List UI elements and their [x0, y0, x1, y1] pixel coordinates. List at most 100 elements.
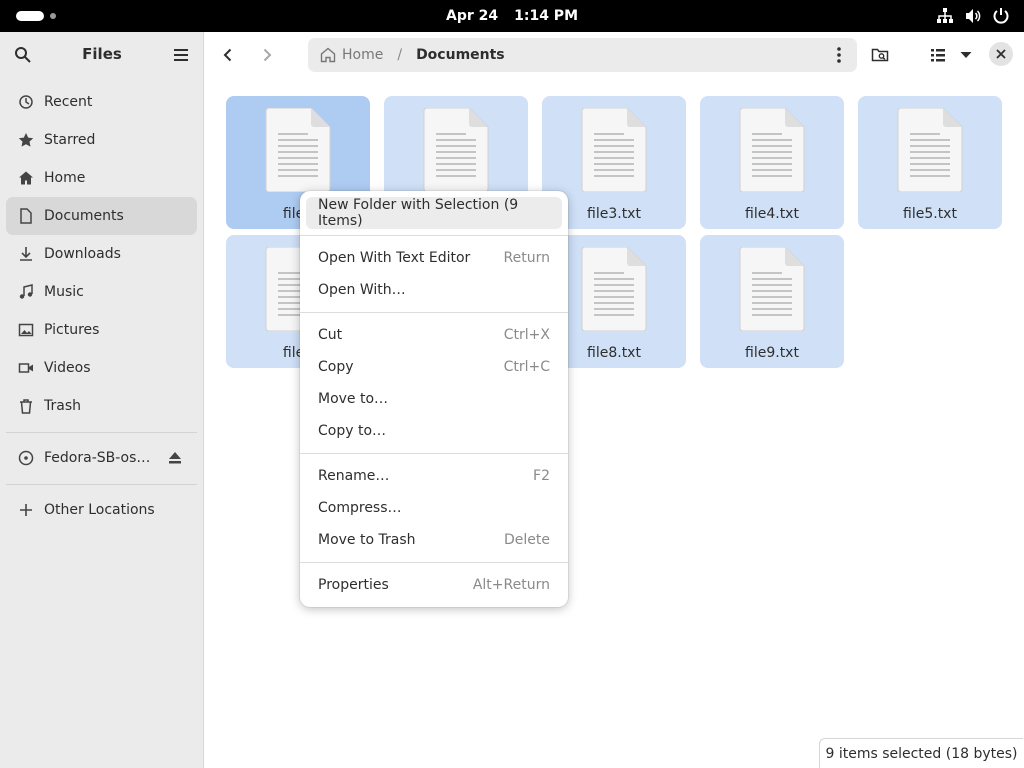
text-file-icon [739, 247, 805, 331]
sidebar-item-starred[interactable]: Starred [6, 121, 197, 159]
sidebar-item-home[interactable]: Home [6, 159, 197, 197]
menu-item-label: Copy to… [318, 423, 387, 439]
sidebar-item-volume[interactable]: Fedora-SB-os… [6, 439, 197, 477]
menu-item-label: Open With Text Editor [318, 250, 471, 266]
download-icon [20, 247, 32, 261]
menu-item-move-to-trash[interactable]: Move to Trash Delete [306, 524, 562, 556]
menu-item-accelerator: Ctrl+C [503, 359, 550, 375]
menu-item-label: New Folder with Selection (9 Items) [318, 197, 519, 229]
text-file-icon [423, 108, 489, 192]
clock[interactable]: Apr 24 1:14 PM [0, 0, 1024, 32]
menu-item-open-with-text-editor[interactable]: Open With Text Editor Return [306, 242, 562, 274]
header-bar: Home / Documents [205, 32, 1024, 77]
sidebar-item-label: Recent [44, 94, 93, 110]
sidebar-item-label: Documents [44, 208, 124, 224]
menu-item-accelerator: F2 [533, 468, 550, 484]
menu-item-accelerator: Return [503, 250, 550, 266]
sidebar-item-label: Fedora-SB-os… [44, 450, 151, 466]
menu-item-cut[interactable]: Cut Ctrl+X [306, 319, 562, 351]
text-file-icon [581, 247, 647, 331]
sidebar-item-label: Downloads [44, 246, 121, 262]
menu-item-label: Properties [318, 577, 389, 593]
text-file-icon [581, 108, 647, 192]
context-menu: New Folder with Selection (9 Items) Open… [300, 191, 568, 607]
menu-item-new-folder-with-selection[interactable]: New Folder with Selection (9 Items) [306, 197, 562, 229]
sidebar-item-label: Pictures [44, 322, 100, 338]
menu-separator [300, 312, 568, 313]
file-name: file5.txt [903, 206, 957, 222]
path-bar[interactable]: Home / Documents [308, 38, 857, 72]
sidebar: Files Recent Starred Home Documents Down… [0, 32, 204, 768]
hamburger-icon [174, 49, 188, 61]
chevron-down-icon [960, 52, 972, 58]
menu-item-accelerator: Alt+Return [472, 577, 550, 593]
sidebar-item-label: Home [44, 170, 86, 186]
back-button[interactable] [216, 43, 240, 67]
eject-icon[interactable] [167, 450, 183, 466]
view-toggle-button[interactable] [926, 43, 950, 67]
text-file-icon [897, 108, 963, 192]
music-icon [19, 284, 33, 299]
close-icon [996, 49, 1006, 59]
menu-separator [300, 562, 568, 563]
kebab-menu-icon [837, 47, 841, 63]
menu-item-compress[interactable]: Compress… [306, 492, 562, 524]
sidebar-item-trash[interactable]: Trash [6, 387, 197, 425]
menu-item-copy[interactable]: Copy Ctrl+C [306, 351, 562, 383]
plus-icon [20, 504, 32, 516]
sidebar-divider [6, 484, 197, 485]
clock-icon [19, 95, 33, 109]
system-tray[interactable] [936, 7, 1010, 25]
sidebar-item-pictures[interactable]: Pictures [6, 311, 197, 349]
sidebar-item-videos[interactable]: Videos [6, 349, 197, 387]
sidebar-item-label: Music [44, 284, 84, 300]
chevron-left-icon [223, 48, 232, 62]
menu-separator [300, 453, 568, 454]
menu-item-label: Cut [318, 327, 343, 343]
path-home-label: Home [342, 47, 384, 63]
file-name: file4.txt [745, 206, 799, 222]
menu-item-copy-to[interactable]: Copy to… [306, 415, 562, 447]
text-file-icon [739, 108, 805, 192]
sidebar-item-music[interactable]: Music [6, 273, 197, 311]
menu-item-move-to[interactable]: Move to… [306, 383, 562, 415]
date-label: Apr 24 [445, 8, 499, 24]
sidebar-item-documents[interactable]: Documents [6, 197, 197, 235]
text-file-icon [265, 108, 331, 192]
time-label: 1:14 PM [514, 8, 578, 24]
menu-item-open-with[interactable]: Open With… [306, 274, 562, 306]
close-button[interactable] [989, 42, 1013, 66]
menu-item-label: Move to… [318, 391, 389, 407]
sidebar-item-downloads[interactable]: Downloads [6, 235, 197, 273]
forward-button[interactable] [255, 43, 279, 67]
star-icon [18, 133, 34, 147]
path-current[interactable]: Documents [416, 47, 505, 63]
main-menu-button[interactable] [172, 46, 190, 68]
sidebar-item-label: Trash [44, 398, 81, 414]
volume-icon [966, 9, 981, 23]
view-options-button[interactable] [954, 43, 978, 67]
file-item[interactable]: file5.txt [858, 96, 1002, 229]
home-icon [320, 47, 336, 63]
status-bar: 9 items selected (18 bytes) [819, 738, 1023, 768]
list-view-icon [931, 49, 945, 62]
top-bar: Apr 24 1:14 PM [0, 0, 1024, 32]
menu-item-label: Rename… [318, 468, 390, 484]
network-icon [937, 8, 953, 23]
menu-item-label: Copy [318, 359, 354, 375]
search-folder-button[interactable] [868, 43, 892, 67]
chevron-right-icon [263, 48, 272, 62]
sidebar-item-other-locations[interactable]: Other Locations [6, 491, 197, 529]
sidebar-divider [6, 432, 197, 433]
menu-item-label: Open With… [318, 282, 406, 298]
menu-item-rename[interactable]: Rename… F2 [306, 460, 562, 492]
path-home-button[interactable]: Home [320, 47, 383, 63]
menu-separator [300, 235, 568, 236]
path-menu-button[interactable] [831, 46, 847, 68]
sidebar-item-recent[interactable]: Recent [6, 83, 197, 121]
menu-item-label: Move to Trash [318, 532, 416, 548]
menu-item-accelerator: Delete [504, 532, 550, 548]
file-item[interactable]: file4.txt [700, 96, 844, 229]
menu-item-properties[interactable]: Properties Alt+Return [306, 569, 562, 601]
file-item[interactable]: file9.txt [700, 235, 844, 368]
